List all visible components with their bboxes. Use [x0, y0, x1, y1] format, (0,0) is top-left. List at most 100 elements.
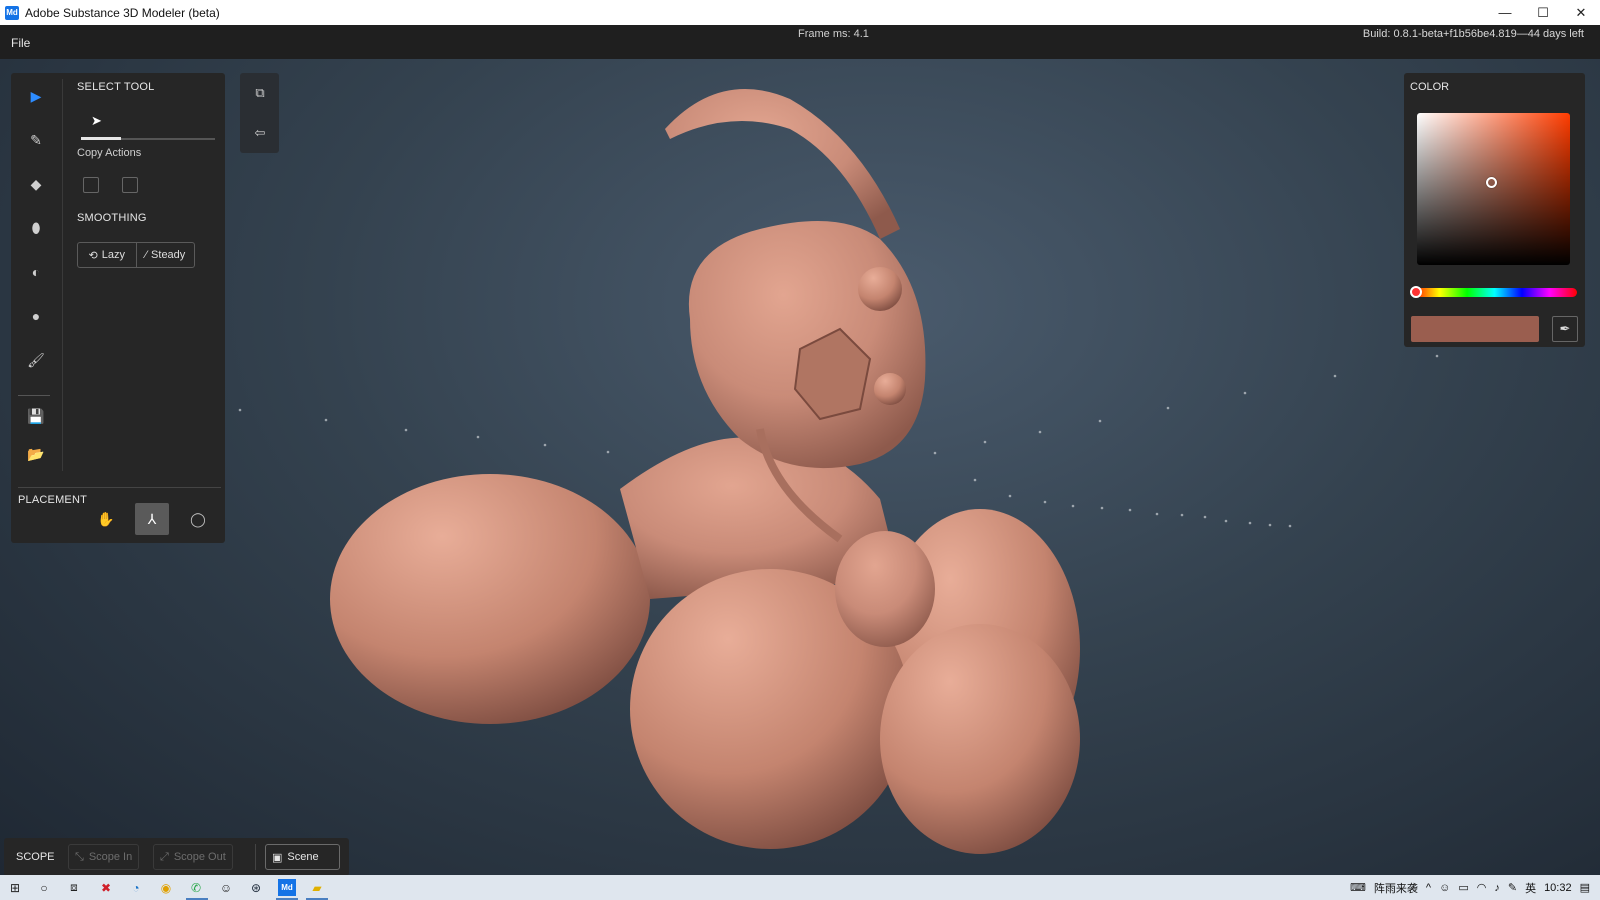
- modeler-icon: Md: [281, 883, 293, 892]
- system-tray: ⌨ 阵雨来袭 ^ ☺ ▭ ◠ ♪ ✎ 英 10:32 ▤: [1350, 875, 1590, 900]
- steady-icon: ⁄: [145, 249, 148, 261]
- viewport[interactable]: [0, 59, 1600, 875]
- scene-button[interactable]: ▣ Scene: [265, 844, 340, 870]
- scope-out-icon: ⤢: [160, 850, 169, 863]
- taskbar-explorer[interactable]: ▰: [308, 879, 326, 896]
- inflate-tool-button[interactable]: ●: [23, 303, 49, 329]
- chrome-icon: ◉: [160, 880, 172, 895]
- qq-tray-icon[interactable]: ☺: [1439, 882, 1450, 894]
- close-button[interactable]: ✕: [1562, 0, 1600, 25]
- taskbar-steam[interactable]: ⊛: [247, 879, 265, 896]
- qq-penguin-icon: ☺: [219, 880, 233, 895]
- taskbar-modeler[interactable]: Md: [278, 879, 296, 896]
- search-button[interactable]: ○: [35, 879, 53, 896]
- battery-icon[interactable]: ▭: [1458, 881, 1468, 894]
- chest-right: [880, 624, 1080, 854]
- scope-in-button[interactable]: ⤡ Scope In: [68, 844, 140, 870]
- save-button[interactable]: 💾: [23, 403, 49, 429]
- eyedropper-button[interactable]: ✒: [1552, 316, 1578, 342]
- eye-orb: [858, 267, 902, 311]
- duplicate-icon[interactable]: [122, 177, 138, 193]
- save-icon: 💾: [27, 407, 45, 424]
- select-tool-button[interactable]: ▶: [23, 83, 49, 109]
- minimize-button[interactable]: —: [1486, 0, 1524, 25]
- erase-tool-button[interactable]: ◆: [23, 171, 49, 197]
- color-title: COLOR: [1410, 81, 1450, 93]
- gizmo-icon: ⅄: [147, 510, 157, 527]
- window-title-bar: Md Adobe Substance 3D Modeler (beta) — ☐…: [0, 0, 1600, 25]
- arrow-icon: ▶: [30, 87, 42, 104]
- open-button[interactable]: 📂: [23, 441, 49, 467]
- hue-handle[interactable]: [1410, 286, 1422, 298]
- smoothing-title: SMOOTHING: [77, 212, 147, 224]
- scope-separator: [255, 844, 256, 870]
- eraser-icon: ◆: [30, 175, 42, 192]
- hue-slider[interactable]: [1412, 288, 1577, 297]
- weather-text[interactable]: 阵雨来袭: [1374, 880, 1418, 896]
- orbit-icon: ◯: [190, 510, 206, 527]
- copy-actions-label: Copy Actions: [77, 147, 142, 159]
- taskbar-chrome[interactable]: ◉: [157, 879, 175, 896]
- taskbar-wechat[interactable]: ✆: [187, 879, 205, 896]
- task-view-icon: ⧈: [70, 880, 78, 894]
- build-info: Build: 0.8.1-beta+f1b56be4.819—44 days l…: [1362, 28, 1584, 40]
- tool-panel: ▶ ✎ ◆ ⬮ ◐ ● 🖌 💾 📂 SELECT TOOL ➤ Copy Act…: [11, 73, 225, 543]
- frame-view-button[interactable]: ⧉: [248, 81, 272, 105]
- placement-orbit-button[interactable]: ◯: [181, 503, 215, 535]
- paint-brush-icon: 🖌: [27, 351, 45, 368]
- move-tool-button[interactable]: ◐: [23, 259, 49, 285]
- windows-logo-icon: ⊞: [9, 880, 21, 895]
- clock[interactable]: 10:32: [1544, 882, 1572, 894]
- cheek-orb: [874, 373, 906, 405]
- inflate-icon: ●: [31, 308, 41, 324]
- taskbar-app-1[interactable]: ✖: [97, 879, 115, 896]
- app-icon: Md: [5, 5, 19, 20]
- scope-out-button[interactable]: ⤢ Scope Out: [153, 844, 233, 870]
- sv-handle[interactable]: [1486, 177, 1497, 188]
- reset-view-icon: ⇦: [254, 125, 266, 140]
- tray-chevron-icon[interactable]: ^: [1426, 882, 1431, 894]
- scope-in-icon: ⤡: [75, 850, 84, 863]
- lazy-button[interactable]: ⟲ Lazy: [78, 243, 136, 267]
- window-controls: — ☐ ✕: [1486, 0, 1600, 25]
- taskbar-edge[interactable]: ◔: [127, 879, 145, 896]
- frame-icon: ⧉: [255, 85, 265, 100]
- paint-tool-button[interactable]: 🖌: [23, 347, 49, 373]
- clay-brush-icon: ✎: [30, 131, 42, 148]
- move-icon: ◐: [31, 264, 41, 280]
- start-button[interactable]: ⊞: [6, 879, 24, 896]
- placement-title: PLACEMENT: [18, 494, 88, 506]
- frame-ms-readout: Frame ms: 4.1: [798, 28, 869, 40]
- file-menu[interactable]: File: [11, 36, 30, 50]
- saturation-value-picker[interactable]: [1417, 113, 1570, 265]
- tool-rail: ▶ ✎ ◆ ⬮ ◐ ● 🖌 💾 📂: [11, 73, 63, 473]
- scope-in-label: Scope In: [88, 851, 133, 863]
- folder-icon: 📂: [27, 445, 45, 462]
- lazy-label: Lazy: [101, 249, 125, 261]
- taskbar-qq[interactable]: ☺: [217, 879, 235, 896]
- steady-label: Steady: [151, 249, 186, 261]
- clay-tool-button[interactable]: ✎: [23, 127, 49, 153]
- volume-icon[interactable]: ♪: [1494, 882, 1500, 894]
- steady-button[interactable]: ⁄ Steady: [135, 243, 195, 267]
- placement-hand-button[interactable]: ✋: [89, 503, 123, 535]
- cursor-icon[interactable]: ➤: [91, 113, 102, 129]
- placement-divider: [18, 487, 221, 488]
- menu-bar: File Frame ms: 4.1 Build: 0.8.1-beta+f1b…: [0, 25, 1600, 59]
- smooth-tool-button[interactable]: ⬮: [23, 215, 49, 241]
- sculpt-model[interactable]: [0, 59, 1600, 875]
- maximize-button[interactable]: ☐: [1524, 0, 1562, 25]
- input-language[interactable]: 英: [1525, 880, 1536, 896]
- edge-icon: ◔: [132, 880, 140, 895]
- notification-icon[interactable]: ▤: [1580, 881, 1590, 894]
- wifi-icon[interactable]: ◠: [1477, 881, 1487, 894]
- ime-icon[interactable]: ⌨: [1350, 881, 1366, 894]
- pen-icon[interactable]: ✎: [1508, 881, 1517, 894]
- app-x-icon: ✖: [100, 880, 112, 895]
- scene-label: Scene: [287, 851, 319, 863]
- scope-title: SCOPE: [16, 851, 55, 863]
- task-view-button[interactable]: ⧈: [65, 879, 83, 896]
- copy-icon[interactable]: [83, 177, 99, 193]
- reset-view-button[interactable]: ⇦: [248, 121, 272, 145]
- placement-gizmo-button[interactable]: ⅄: [135, 503, 169, 535]
